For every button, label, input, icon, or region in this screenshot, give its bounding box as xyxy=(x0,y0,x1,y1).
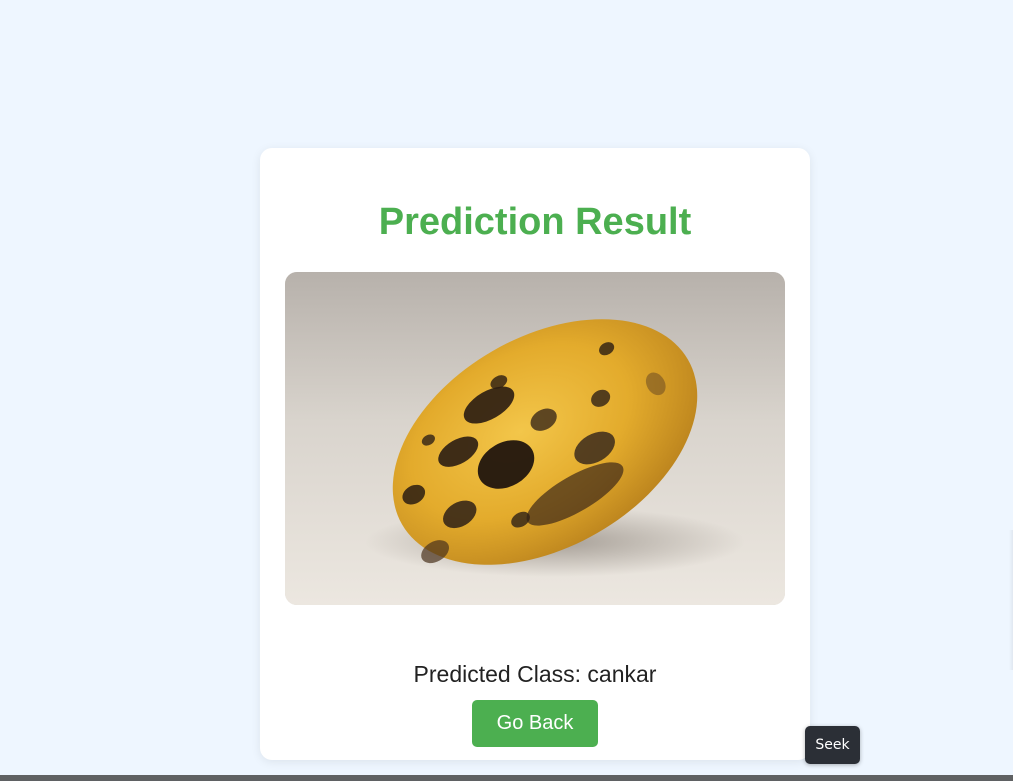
mango-photo-svg xyxy=(285,272,785,605)
seek-button[interactable]: Seek xyxy=(805,726,860,764)
predicted-class-label: Predicted Class: xyxy=(413,661,588,687)
result-card: Prediction Result Predicted Class: canka… xyxy=(260,148,810,760)
predicted-class-value: cankar xyxy=(587,661,657,687)
bottom-bar xyxy=(0,775,1013,781)
go-back-button[interactable]: Go Back xyxy=(472,700,598,747)
page-title: Prediction Result xyxy=(378,201,692,243)
mango-image xyxy=(285,272,785,605)
window-edge-shadow xyxy=(1009,530,1013,670)
predicted-class-text: Predicted Class: cankar xyxy=(260,660,810,688)
